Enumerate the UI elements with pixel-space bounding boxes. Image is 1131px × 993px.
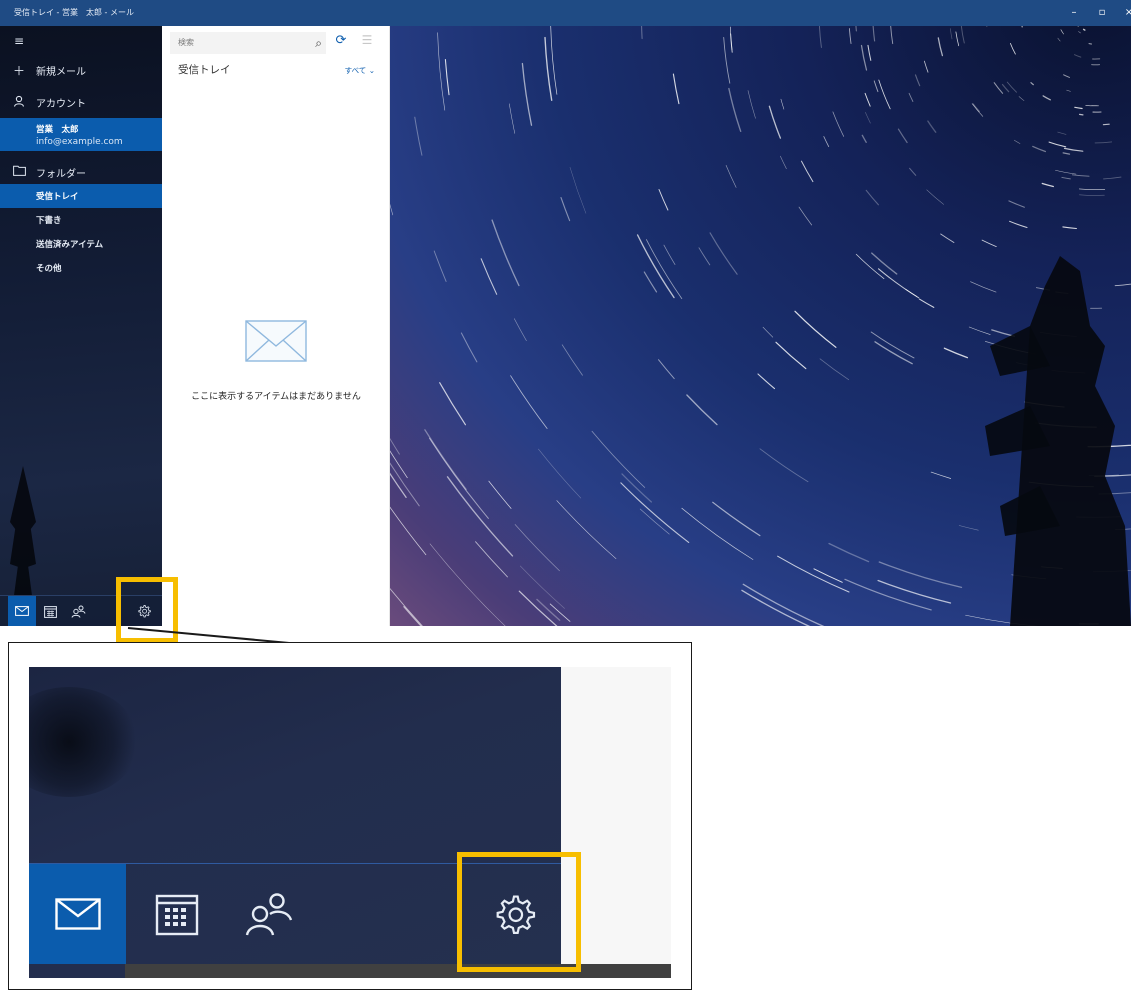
mail-icon bbox=[54, 898, 101, 930]
calendar-icon bbox=[155, 894, 199, 936]
zoomed-calendar-button[interactable] bbox=[147, 864, 207, 964]
people-icon bbox=[245, 893, 293, 936]
tree-blur bbox=[29, 687, 139, 797]
zoomed-settings-highlight-box bbox=[457, 852, 581, 972]
zoomed-mail-button[interactable] bbox=[29, 864, 126, 964]
zoom-callout-panel bbox=[8, 642, 692, 990]
zoomed-people-button[interactable] bbox=[239, 864, 299, 964]
